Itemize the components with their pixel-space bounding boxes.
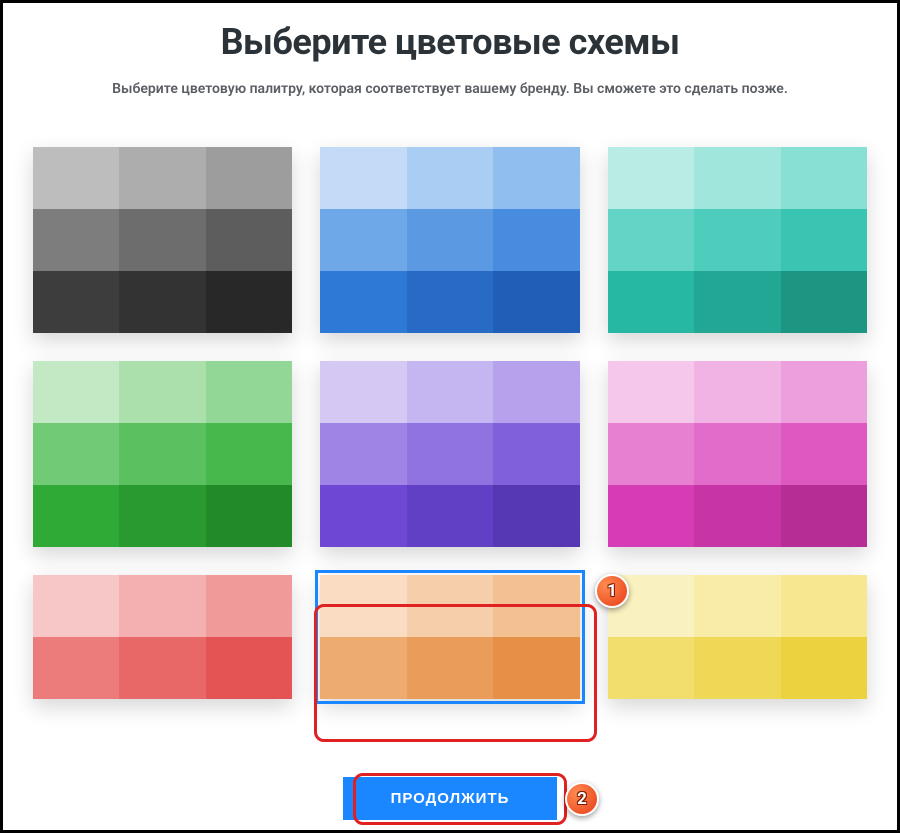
palette-orange[interactable] <box>320 575 579 699</box>
palette-blue[interactable] <box>320 147 579 333</box>
continue-wrap: ПРОДОЛЖИТЬ <box>3 777 897 820</box>
palette-red[interactable] <box>33 575 292 699</box>
color-scheme-page: Выберите цветовые схемы Выберите цветову… <box>3 3 897 830</box>
continue-button[interactable]: ПРОДОЛЖИТЬ <box>343 777 558 820</box>
palette-pink[interactable] <box>608 361 867 547</box>
palette-gray[interactable] <box>33 147 292 333</box>
palette-grid <box>33 147 867 699</box>
page-header: Выберите цветовые схемы Выберите цветову… <box>3 3 897 97</box>
page-title: Выберите цветовые схемы <box>3 21 897 63</box>
palette-teal[interactable] <box>608 147 867 333</box>
palette-green[interactable] <box>33 361 292 547</box>
palette-yellow[interactable] <box>608 575 867 699</box>
palette-purple[interactable] <box>320 361 579 547</box>
page-subtitle: Выберите цветовую палитру, которая соотв… <box>3 81 897 97</box>
